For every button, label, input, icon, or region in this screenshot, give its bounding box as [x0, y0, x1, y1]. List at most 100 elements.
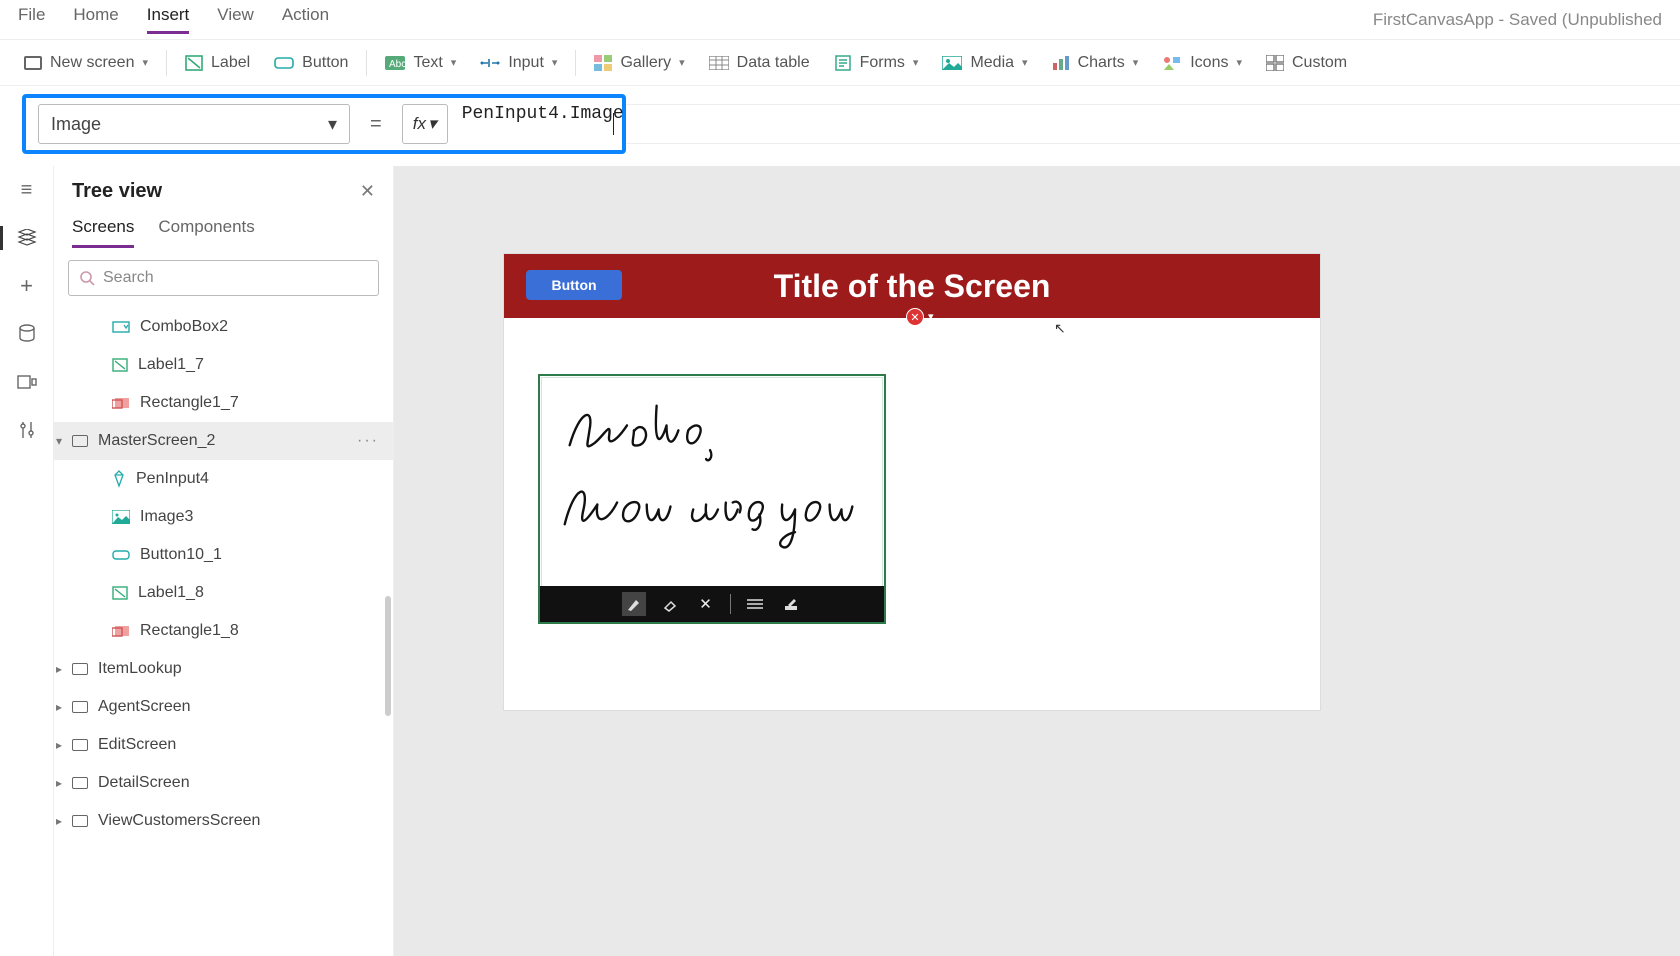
insert-charts-button[interactable]: Charts ▾ [1042, 50, 1149, 76]
scrollbar[interactable] [385, 596, 391, 716]
property-value: Image [51, 114, 101, 135]
clear-button[interactable]: ✕ [694, 592, 718, 616]
screen-icon [72, 435, 88, 447]
tree-view-rail[interactable] [16, 228, 38, 248]
text-icon: Abc [385, 56, 405, 70]
ribbon: New screen ▾ Label Button Abc Text ▾ Inp… [0, 40, 1680, 86]
erase-tool-button[interactable] [658, 592, 682, 616]
separator [366, 50, 367, 76]
tree-label: Rectangle1_8 [140, 622, 239, 640]
insert-input-button[interactable]: Input ▾ [470, 50, 567, 76]
datatable-label: Data table [737, 54, 810, 72]
formula-bar-extend[interactable] [626, 104, 1680, 144]
text-cursor [613, 113, 614, 135]
tree-item-masterscreen2[interactable]: ▾ MasterScreen_2 ··· [54, 422, 393, 460]
tree-item-viewcustomers[interactable]: ▸ ViewCustomersScreen [54, 802, 393, 840]
formula-highlight: Image ▾ = fx ▾ PenInput4.Image [22, 94, 626, 154]
ink-canvas[interactable] [540, 376, 884, 588]
input-icon [480, 56, 500, 70]
chevron-down-icon: ▾ [142, 56, 148, 69]
menu-insert[interactable]: Insert [147, 5, 190, 34]
insert-forms-button[interactable]: Forms ▾ [824, 50, 929, 76]
forms-label: Forms [860, 54, 905, 72]
screen-title-label[interactable]: Title of the Screen [504, 268, 1320, 305]
expand-icon[interactable]: ▸ [56, 814, 62, 828]
expand-icon[interactable]: ▸ [56, 700, 62, 714]
canvas-button-control[interactable]: Button [526, 270, 622, 300]
chevron-down-icon: ▾ [679, 56, 685, 69]
datatable-icon [709, 56, 729, 70]
menu-home[interactable]: Home [73, 5, 118, 34]
tree-item-rectangle1-7[interactable]: Rectangle1_7 [54, 384, 393, 422]
separator [730, 594, 731, 614]
collapse-icon[interactable]: ▾ [56, 434, 62, 448]
tree-item-detailscreen[interactable]: ▸ DetailScreen [54, 764, 393, 802]
new-screen-button[interactable]: New screen ▾ [14, 50, 158, 76]
separator [166, 50, 167, 76]
menu-file[interactable]: File [18, 5, 45, 34]
tree-item-combobox2[interactable]: ComboBox2 [54, 308, 393, 346]
tree-item-button10-1[interactable]: Button10_1 [54, 536, 393, 574]
fx-button[interactable]: fx ▾ [402, 104, 448, 144]
chevron-down-icon: ▾ [1133, 56, 1139, 69]
search-placeholder: Search [103, 269, 154, 287]
gallery-icon [594, 55, 612, 71]
insert-button-button[interactable]: Button [264, 50, 358, 76]
insert-rail[interactable]: + [16, 276, 38, 296]
chevron-down-icon: ▾ [913, 56, 919, 69]
app-title: FirstCanvasApp - Saved (Unpublished [1373, 10, 1662, 30]
button-icon [274, 55, 294, 71]
tab-components[interactable]: Components [158, 217, 254, 248]
property-dropdown[interactable]: Image ▾ [38, 104, 350, 144]
tree-item-rectangle1-8[interactable]: Rectangle1_8 [54, 612, 393, 650]
new-screen-label: New screen [50, 54, 134, 72]
tab-screens[interactable]: Screens [72, 217, 134, 248]
tree-item-itemlookup[interactable]: ▸ ItemLookup [54, 650, 393, 688]
tree-item-peninput4[interactable]: PenInput4 [54, 460, 393, 498]
hamburger-icon[interactable]: ≡ [16, 180, 38, 200]
tree-item-editscreen[interactable]: ▸ EditScreen [54, 726, 393, 764]
pen-input-control[interactable]: ✕ [538, 374, 886, 624]
insert-datatable-button[interactable]: Data table [699, 50, 820, 76]
insert-media-button[interactable]: Media ▾ [932, 50, 1037, 76]
advanced-rail[interactable] [16, 420, 38, 440]
expand-icon[interactable]: ▸ [56, 662, 62, 676]
media-icon [942, 56, 962, 70]
canvas[interactable]: Button Title of the Screen ✕ ▾ [394, 166, 1680, 956]
menu-view[interactable]: View [217, 5, 254, 34]
chevron-down-icon: ▾ [552, 56, 558, 69]
draw-tool-button[interactable] [622, 592, 646, 616]
color-button[interactable] [779, 592, 803, 616]
tree-label: Rectangle1_7 [140, 394, 239, 412]
error-badge-icon[interactable]: ✕ [906, 308, 924, 326]
menu-group: File Home Insert View Action [18, 5, 329, 34]
tree-item-image3[interactable]: Image3 [54, 498, 393, 536]
data-rail[interactable] [16, 324, 38, 344]
tree-item-label1-8[interactable]: Label1_8 [54, 574, 393, 612]
fx-label: fx [413, 114, 426, 134]
line-width-button[interactable] [743, 592, 767, 616]
expand-icon[interactable]: ▸ [56, 776, 62, 790]
insert-custom-button[interactable]: Custom [1256, 50, 1357, 76]
insert-icons-button[interactable]: Icons ▾ [1152, 50, 1252, 76]
menu-action[interactable]: Action [282, 5, 329, 34]
expand-icon[interactable]: ▸ [56, 738, 62, 752]
insert-text-button[interactable]: Abc Text ▾ [375, 50, 466, 76]
search-input[interactable]: Search [68, 260, 379, 296]
insert-gallery-button[interactable]: Gallery ▾ [584, 50, 694, 76]
svg-text:Abc: Abc [389, 59, 405, 70]
chevron-down-icon[interactable]: ▾ [928, 310, 934, 323]
label-text: Label [211, 54, 250, 72]
insert-label-button[interactable]: Label [175, 50, 260, 76]
tree-item-label1-7[interactable]: Label1_7 [54, 346, 393, 384]
close-panel-button[interactable]: ✕ [360, 181, 375, 202]
tree-list: ComboBox2 Label1_7 Rectangle1_7 ▾ Master… [54, 308, 393, 956]
tree-label: Button10_1 [140, 546, 222, 564]
formula-bar: Image ▾ = fx ▾ PenInput4.Image [0, 86, 1680, 166]
media-rail[interactable] [16, 372, 38, 392]
formula-input[interactable]: PenInput4.Image [462, 104, 612, 144]
screen-preview[interactable]: Button Title of the Screen ✕ ▾ [504, 254, 1320, 710]
rectangle-icon [112, 625, 130, 637]
more-options-button[interactable]: ··· [357, 432, 379, 450]
tree-item-agentscreen[interactable]: ▸ AgentScreen [54, 688, 393, 726]
